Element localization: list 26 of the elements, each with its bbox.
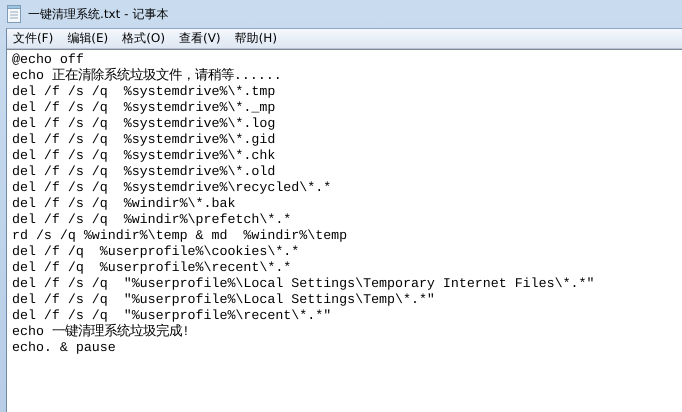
text-line: del /f /q %userprofile%\recent\*.* <box>12 260 292 276</box>
text-line: @echo off <box>12 52 84 68</box>
text-line: del /f /s /q %systemdrive%\recycled\*.* <box>12 180 332 196</box>
text-line: del /f /s /q "%userprofile%\Local Settings\Temporary Internet Files\*.*" <box>12 276 594 292</box>
text-line: rd /s /q %windir%\temp & md %windir%\temp <box>12 228 348 244</box>
text-line: del /f /s /q "%userprofile%\recent\*.*" <box>12 308 332 324</box>
notepad-icon <box>6 5 22 23</box>
text-line: del /f /s /q %windir%\*.bak <box>12 196 236 212</box>
text-line: del /f /s /q %systemdrive%\*.tmp <box>12 84 276 100</box>
menu-item[interactable]: 文件(F) <box>13 30 54 47</box>
window-title: 一键清理系统.txt - 记事本 <box>28 6 168 22</box>
text-line: del /f /s /q %windir%\prefetch\*.* <box>12 212 292 228</box>
text-line: echo 一键清理系统垃圾完成! <box>12 324 190 340</box>
menu-item[interactable]: 格式(O) <box>122 30 166 47</box>
text-line: del /f /s /q %systemdrive%\*.gid <box>12 132 276 148</box>
text-line: del /f /s /q %systemdrive%\*.log <box>12 116 276 132</box>
menu-item[interactable]: 查看(V) <box>179 30 221 47</box>
text-line: del /f /s /q %systemdrive%\*._mp <box>12 100 276 116</box>
text-line: del /f /q %userprofile%\cookies\*.* <box>12 244 300 260</box>
menu-item[interactable]: 帮助(H) <box>234 30 277 47</box>
text-line: del /f /s /q %systemdrive%\*.chk <box>12 148 276 164</box>
menu-item[interactable]: 编辑(E) <box>67 30 108 47</box>
text-line: echo 正在清除系统垃圾文件，请稍等...... <box>12 68 282 84</box>
text-line: echo. & pause <box>12 340 116 356</box>
text-line: del /f /s /q "%userprofile%\Local Settings\Temp\*.*" <box>12 292 435 308</box>
text-line: del /f /s /q %systemdrive%\*.old <box>12 164 276 180</box>
